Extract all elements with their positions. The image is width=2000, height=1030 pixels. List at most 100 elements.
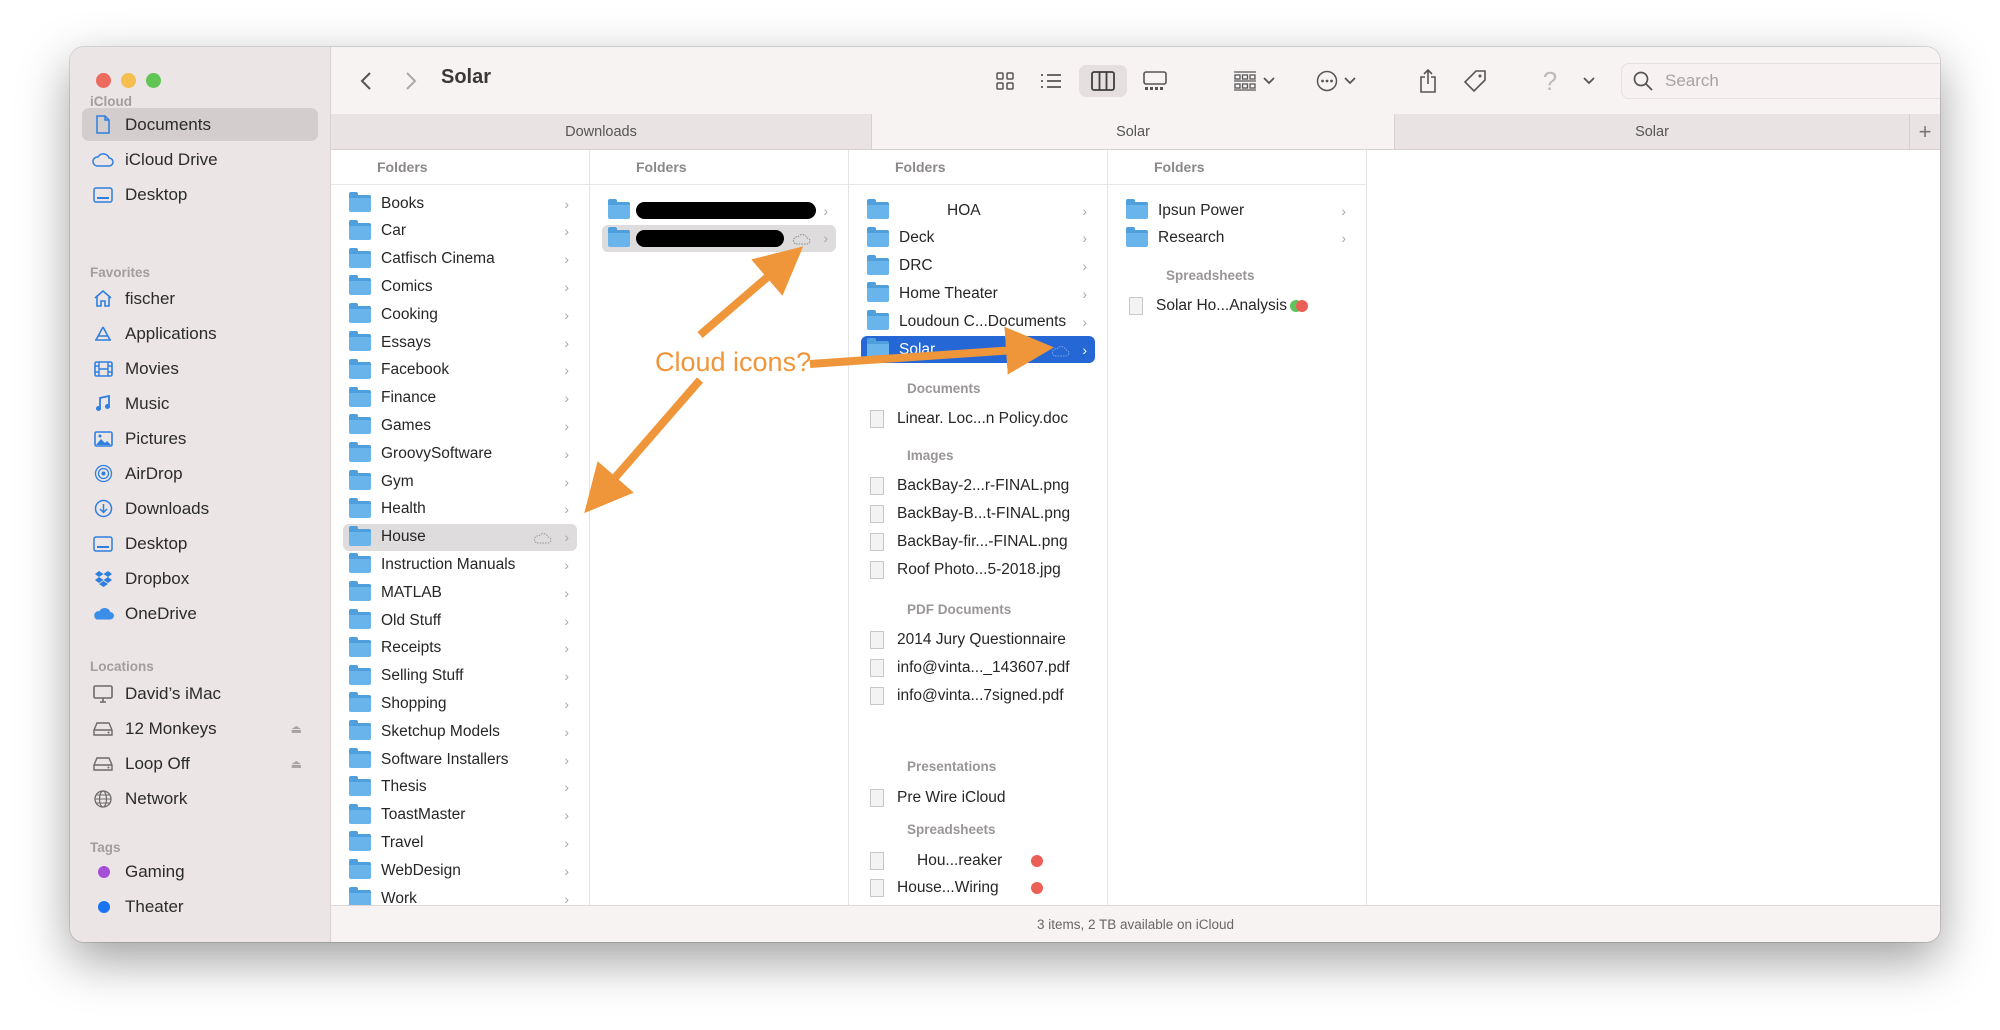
sidebar-item-fischer[interactable]: fischer <box>82 282 318 315</box>
folder-item[interactable]: Ipsun Power › <box>1120 197 1354 224</box>
search-field[interactable] <box>1621 63 1940 99</box>
zoom-button[interactable] <box>146 73 161 88</box>
file-item[interactable]: BackBay-2...r-FINAL.png <box>861 473 1095 500</box>
folder-item[interactable]: Shopping › <box>343 690 577 717</box>
sidebar-item-movies[interactable]: Movies <box>82 352 318 385</box>
folder-item[interactable]: House › <box>343 523 577 551</box>
folder-icon <box>1126 226 1148 247</box>
icon-view-button[interactable] <box>987 65 1023 97</box>
folder-item[interactable]: Loudoun C...Documents › <box>861 308 1095 335</box>
folder-item[interactable]: Solar › <box>861 336 1095 363</box>
back-button[interactable] <box>353 65 379 97</box>
folder-item[interactable]: WebDesign › <box>343 857 577 884</box>
folder-item[interactable]: Sketchup Models › <box>343 718 577 745</box>
sidebar-item-airdrop[interactable]: AirDrop <box>82 457 318 490</box>
folder-item[interactable]: Research › <box>1120 225 1354 252</box>
folder-item[interactable]: Software Installers › <box>343 746 577 773</box>
folder-item[interactable]: Selling Stuff › <box>343 663 577 690</box>
file-item[interactable]: Linear. Loc...n Policy.doc <box>861 406 1095 433</box>
new-tab-button[interactable]: + <box>1910 114 1940 149</box>
group-by-button[interactable] <box>1229 65 1279 97</box>
search-input[interactable] <box>1663 70 1940 92</box>
folder-item[interactable]: Comics › <box>343 273 577 300</box>
sidebar-item-tag-gaming[interactable]: Gaming <box>82 855 318 888</box>
sidebar-item-icloud-drive[interactable]: iCloud Drive <box>82 143 318 176</box>
file-item[interactable]: BackBay-B...t-FINAL.png <box>861 500 1095 527</box>
folder-item[interactable]: DRC › <box>861 253 1095 280</box>
sidebar-item-12-monkeys[interactable]: 12 Monkeys ⏏ <box>82 712 318 745</box>
file-item[interactable]: Hou...reaker <box>861 847 1095 874</box>
tab-solar-active[interactable]: Solar <box>872 114 1395 149</box>
folder-item[interactable]: Deck › <box>861 225 1095 252</box>
sidebar-item-dropbox[interactable]: Dropbox <box>82 562 318 595</box>
status-bar: 3 items, 2 TB available on iCloud <box>331 905 1940 942</box>
folder-item[interactable]: Games › <box>343 412 577 439</box>
eject-icon[interactable]: ⏏ <box>291 757 302 771</box>
folder-item[interactable]: Work › <box>343 885 577 906</box>
folder-item[interactable]: Books › <box>343 190 577 217</box>
tab-solar[interactable]: Solar <box>1395 114 1910 149</box>
chevron-right-icon: › <box>564 306 569 323</box>
folder-item[interactable]: Travel › <box>343 829 577 856</box>
file-item[interactable]: Roof Photo...5-2018.jpg <box>861 556 1095 583</box>
column-2[interactable]: Folders › › <box>590 150 849 906</box>
file-item[interactable]: 2014 Jury Questionnaire <box>861 627 1095 654</box>
folder-item[interactable]: Home Theater › <box>861 280 1095 307</box>
file-item[interactable]: House...Wiring <box>861 875 1095 902</box>
file-item[interactable]: info@vinta...7signed.pdf <box>861 682 1095 709</box>
item-label: info@vinta...7signed.pdf <box>897 686 1064 704</box>
folder-item[interactable]: Receipts › <box>343 635 577 662</box>
column-3[interactable]: Folders HOA › Deck › DRC › Home Theater › Loudou… <box>849 150 1108 906</box>
list-view-button[interactable] <box>1033 65 1069 97</box>
folder-icon <box>867 254 889 275</box>
sidebar-item-applications[interactable]: Applications <box>82 317 318 350</box>
folder-item[interactable]: Old Stuff › <box>343 607 577 634</box>
folder-item[interactable]: Essays › <box>343 329 577 356</box>
redacted-folder-item[interactable]: › <box>602 224 836 252</box>
sidebar-item-davids-imac[interactable]: David’s iMac <box>82 677 318 710</box>
sidebar-item-loop-off[interactable]: Loop Off ⏏ <box>82 747 318 780</box>
column-4[interactable]: Folders Ipsun Power › Research › Spreadsheet… <box>1108 150 1367 906</box>
folder-item[interactable]: Car › <box>343 218 577 245</box>
help-button[interactable]: ? <box>1539 65 1599 97</box>
sidebar-item-documents[interactable]: Documents <box>82 108 318 141</box>
tags-button[interactable] <box>1459 65 1491 97</box>
sidebar-item-desktop-icloud[interactable]: Desktop <box>82 178 318 211</box>
eject-icon[interactable]: ⏏ <box>291 722 302 736</box>
group-label: Spreadsheets <box>907 822 996 837</box>
file-item[interactable]: Pre Wire iCloud <box>861 784 1095 811</box>
column-1[interactable]: Folders Books › Car › Catfisch Cinema › Comics… <box>331 150 590 906</box>
minimize-button[interactable] <box>121 73 136 88</box>
folder-item[interactable]: Instruction Manuals › <box>343 551 577 578</box>
column-view-button[interactable] <box>1079 65 1127 97</box>
forward-button[interactable] <box>398 65 424 97</box>
folder-item[interactable]: Thesis › <box>343 774 577 801</box>
sidebar-item-desktop[interactable]: Desktop <box>82 527 318 560</box>
action-menu-button[interactable] <box>1311 65 1361 97</box>
folder-item[interactable]: Catfisch Cinema › <box>343 246 577 273</box>
sidebar-item-tag-theater[interactable]: Theater <box>82 890 318 923</box>
folder-item[interactable]: GroovySoftware › <box>343 440 577 467</box>
folder-item[interactable]: Cooking › <box>343 301 577 328</box>
folder-icon <box>1126 199 1148 219</box>
folder-item[interactable]: Finance › <box>343 385 577 412</box>
sidebar-item-onedrive[interactable]: OneDrive <box>82 597 318 630</box>
folder-item[interactable]: MATLAB › <box>343 579 577 606</box>
file-item[interactable]: info@vinta..._143607.pdf <box>861 655 1095 682</box>
tab-downloads[interactable]: Downloads <box>331 114 872 149</box>
sidebar-item-music[interactable]: Music <box>82 387 318 420</box>
folder-item[interactable]: Facebook › <box>343 357 577 384</box>
sidebar-item-pictures[interactable]: Pictures <box>82 422 318 455</box>
close-button[interactable] <box>96 73 111 88</box>
redacted-folder-item[interactable]: › <box>602 197 836 224</box>
folder-item[interactable]: HOA › <box>861 197 1095 224</box>
folder-item[interactable]: Health › <box>343 496 577 523</box>
folder-item[interactable]: Gym › <box>343 468 577 495</box>
folder-item[interactable]: ToastMaster › <box>343 802 577 829</box>
sidebar-item-network[interactable]: Network <box>82 782 318 815</box>
share-button[interactable] <box>1413 65 1443 97</box>
sidebar-item-downloads[interactable]: Downloads <box>82 492 318 525</box>
gallery-view-button[interactable] <box>1137 65 1173 97</box>
file-item[interactable]: Solar Ho...Analysis <box>1120 293 1354 320</box>
file-item[interactable]: BackBay-fir...-FINAL.png <box>861 528 1095 555</box>
